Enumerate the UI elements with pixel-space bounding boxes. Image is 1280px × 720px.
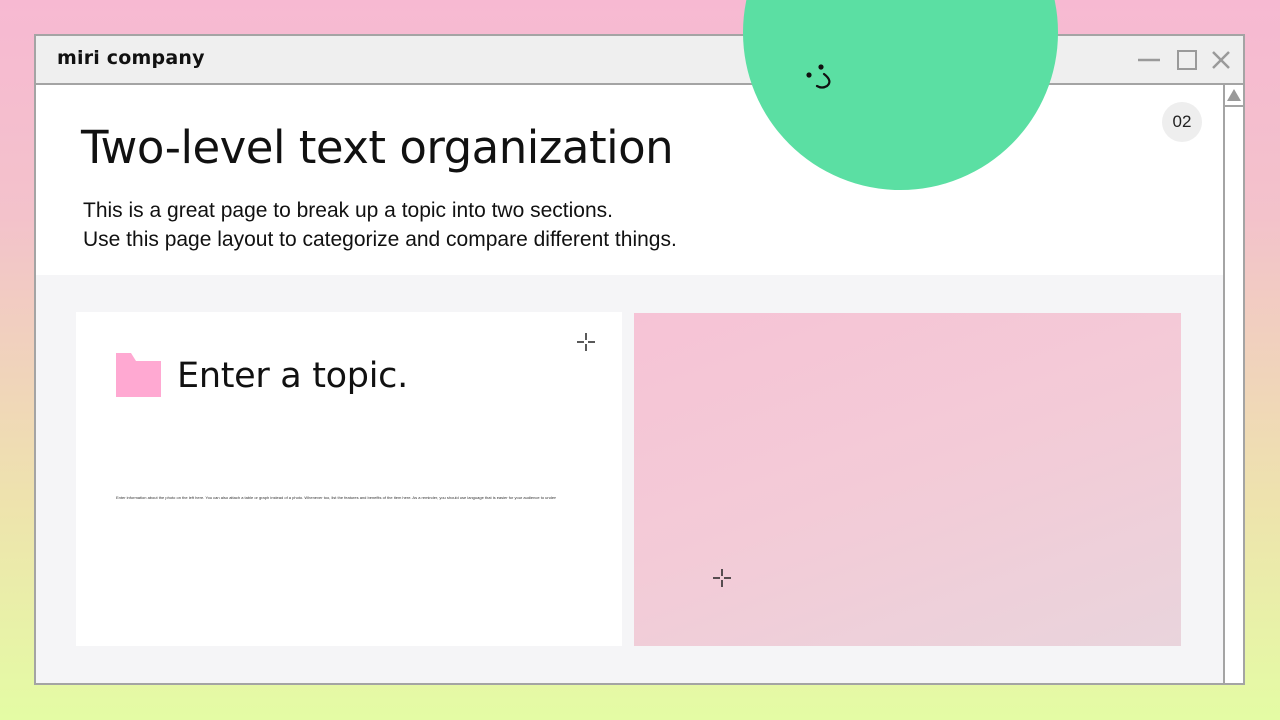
vertical-scrollbar[interactable] bbox=[1223, 85, 1243, 683]
subtitle-line: This is a great page to break up a topic… bbox=[83, 199, 613, 222]
page-title: Two-level text organization bbox=[81, 121, 674, 174]
scroll-up-arrow-icon[interactable] bbox=[1225, 85, 1243, 107]
minimize-icon[interactable] bbox=[1138, 49, 1160, 71]
app-name: miri company bbox=[57, 47, 205, 69]
topic-card[interactable]: Enter a topic. Enter information about t… bbox=[76, 312, 622, 646]
subtitle-line: Use this page layout to categorize and c… bbox=[83, 228, 677, 251]
move-icon[interactable] bbox=[712, 568, 732, 588]
header-area: Two-level text organization This is a gr… bbox=[36, 85, 1223, 275]
title-bar[interactable]: miri company bbox=[36, 36, 1243, 85]
folder-icon bbox=[116, 353, 161, 397]
subtitle: This is a great page to break up a topic… bbox=[83, 196, 677, 254]
card-body-text: Enter information about the photo on the… bbox=[116, 495, 556, 500]
image-placeholder[interactable] bbox=[634, 313, 1181, 646]
app-window: miri company Two-level text organization… bbox=[34, 34, 1245, 685]
move-icon[interactable] bbox=[576, 332, 596, 352]
smiley-face-icon bbox=[803, 60, 839, 90]
page-number-badge: 02 bbox=[1162, 102, 1202, 142]
slide-content: Two-level text organization This is a gr… bbox=[36, 85, 1223, 683]
body-area: Enter a topic. Enter information about t… bbox=[36, 275, 1223, 683]
maximize-icon[interactable] bbox=[1176, 49, 1198, 71]
card-title: Enter a topic. bbox=[177, 356, 408, 396]
close-icon[interactable] bbox=[1210, 49, 1232, 71]
